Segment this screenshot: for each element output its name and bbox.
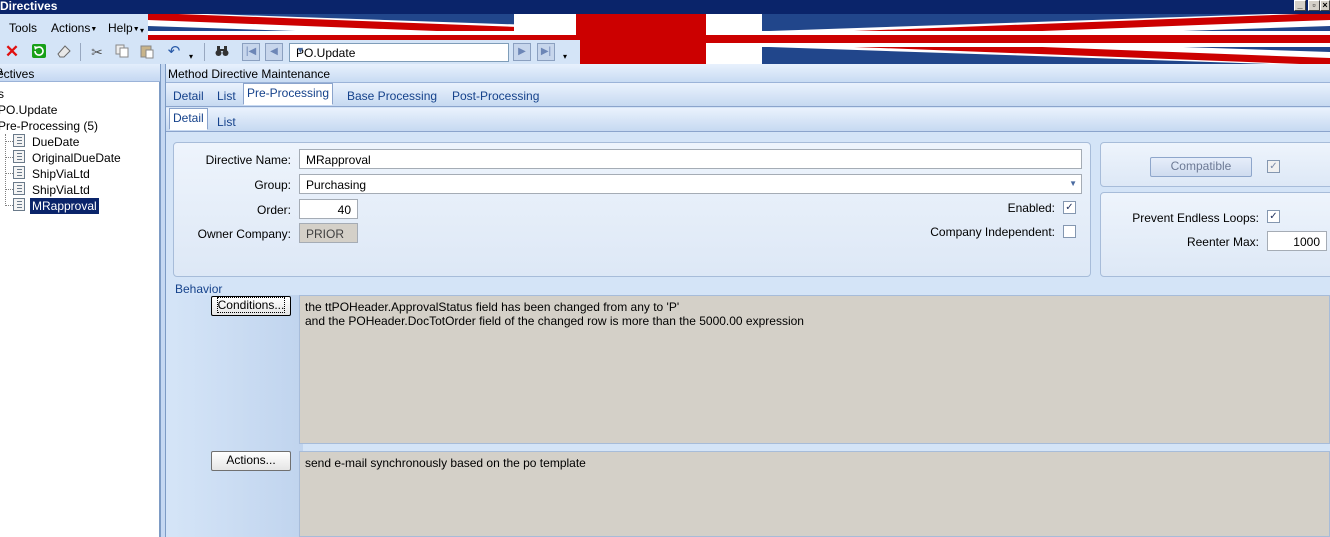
window-title-bar: Directives _ ▫ × [0, 0, 1330, 14]
menu-help-label: Help [108, 21, 133, 35]
prevent-endless-loops-checkbox[interactable]: ✓ [1267, 210, 1280, 223]
prevent-endless-loops-label: Prevent Endless Loops: [1132, 211, 1259, 225]
behavior-label: Behavior [175, 282, 223, 296]
toolbar: ✕ ✂ ↶ ▾ |◀ ◀ PO.Update ▼ ▶ ▶| ▾ [0, 40, 580, 64]
enabled-label: Enabled: [1007, 201, 1055, 215]
tree-item-mrapproval-selected[interactable]: MRapproval [30, 198, 99, 214]
tree-connector [5, 157, 13, 158]
conditions-button-label: Conditions... [216, 297, 286, 313]
refresh-icon[interactable] [30, 43, 48, 61]
tree-item-preprocessing[interactable]: Pre-Processing (5) [0, 119, 98, 133]
copy-icon[interactable] [113, 43, 131, 61]
menu-help[interactable]: Help▼ [108, 21, 140, 35]
chevron-down-icon[interactable]: ▼ [1069, 179, 1077, 188]
sub-tab-row: Detail List [166, 108, 1330, 132]
menu-actions-label: Actions [51, 21, 91, 35]
main-tab-row: Detail List Pre-Processing Base Processi… [166, 83, 1330, 107]
toolbar-separator [204, 43, 205, 61]
tree-connector [5, 189, 13, 190]
group-label: Group: [254, 178, 291, 192]
directive-icon [13, 166, 25, 179]
order-label: Order: [256, 203, 291, 217]
restore-button[interactable]: ▫ [1308, 0, 1320, 11]
tab-pre-processing[interactable]: Pre-Processing [243, 83, 334, 105]
tree-item-duedate[interactable]: DueDate [32, 135, 79, 149]
paste-icon[interactable] [138, 43, 156, 61]
company-independent-checkbox[interactable] [1063, 225, 1076, 238]
binoculars-icon[interactable] [213, 43, 231, 61]
tree-item-root[interactable]: s [0, 87, 4, 101]
reenter-max-field[interactable]: 1000 [1267, 231, 1327, 251]
order-field[interactable]: 40 [299, 199, 358, 219]
dropdown-arrow-icon: ▼ [90, 26, 98, 33]
tree-item-originalduedate[interactable]: OriginalDueDate [32, 151, 121, 165]
tree-item-shipvialtd-2[interactable]: ShipViaLtd [32, 183, 90, 197]
actions-text[interactable]: send e-mail synchronously based on the p… [299, 451, 1330, 537]
company-independent-label: Company Independent: [930, 225, 1055, 239]
tab-base-processing[interactable]: Base Processing [347, 89, 437, 103]
directive-name-field[interactable]: MRapproval [299, 149, 1082, 169]
toolbar-separator [80, 43, 81, 61]
main-header-title: Method Directive Maintenance [168, 67, 331, 81]
subtab-detail[interactable]: Detail [169, 108, 208, 130]
tree-connector [5, 141, 13, 142]
pin-icon[interactable]: ᵽ [0, 66, 155, 77]
main-header: Method Directive Maintenance [166, 64, 1330, 83]
tab-list[interactable]: List [217, 89, 236, 103]
close-window-button[interactable]: × [1320, 0, 1330, 11]
compatible-checkbox: ✓ [1267, 160, 1280, 173]
tree-item-method[interactable]: PO.Update [0, 103, 57, 117]
enabled-checkbox[interactable]: ✓ [1063, 201, 1076, 214]
tree-connector [5, 205, 13, 206]
undo-icon[interactable]: ↶ [165, 43, 183, 61]
menu-actions[interactable]: Actions▼ [51, 21, 97, 35]
tree-connector [5, 173, 13, 174]
method-combo[interactable]: PO.Update ▼ [289, 43, 509, 62]
directive-icon [13, 150, 25, 163]
reenter-max-label: Reenter Max: [1186, 235, 1259, 249]
menu-tools[interactable]: Tools [9, 21, 37, 35]
delete-icon[interactable]: ✕ [3, 43, 21, 61]
group-select-value: Purchasing [306, 178, 367, 192]
owner-company-label: Owner Company: [197, 227, 291, 241]
directive-name-label: Directive Name: [205, 153, 291, 167]
behavior-buttons-column [173, 295, 303, 537]
chevron-down-icon[interactable]: ▼ [296, 45, 506, 55]
window-title: Directives [0, 0, 58, 13]
actions-button[interactable]: Actions... [211, 451, 291, 471]
subtab-list[interactable]: List [217, 115, 236, 129]
directive-icon [13, 182, 25, 195]
tree-item-shipvialtd[interactable]: ShipViaLtd [32, 167, 90, 181]
cut-icon[interactable]: ✂ [88, 43, 106, 61]
prev-record-icon[interactable]: ◀ [265, 43, 283, 61]
tree-panel-header: ectives ᵽ [0, 64, 160, 82]
tab-detail[interactable]: Detail [173, 89, 204, 103]
minimize-button[interactable]: _ [1294, 0, 1306, 11]
conditions-text[interactable]: the ttPOHeader.ApprovalStatus field has … [299, 295, 1330, 444]
first-record-icon[interactable]: |◀ [242, 43, 260, 61]
directive-icon [13, 134, 25, 147]
directive-icon [13, 198, 25, 211]
compatible-button[interactable]: Compatible [1150, 157, 1252, 177]
menu-bar: Tools Actions▼ Help▼ ▾ [0, 14, 148, 40]
dropdown-arrow-icon: ▼ [132, 26, 140, 33]
clear-icon[interactable] [55, 43, 73, 61]
tab-post-processing[interactable]: Post-Processing [452, 89, 539, 103]
menu-overflow-icon[interactable]: ▾ [140, 26, 144, 35]
last-record-icon[interactable]: ▶| [537, 43, 555, 61]
owner-company-field: PRIOR [299, 223, 358, 243]
conditions-button[interactable]: Conditions... [211, 296, 291, 316]
next-record-icon[interactable]: ▶ [513, 43, 531, 61]
group-select[interactable]: Purchasing ▼ [299, 174, 1082, 194]
tree-connector [5, 134, 6, 206]
